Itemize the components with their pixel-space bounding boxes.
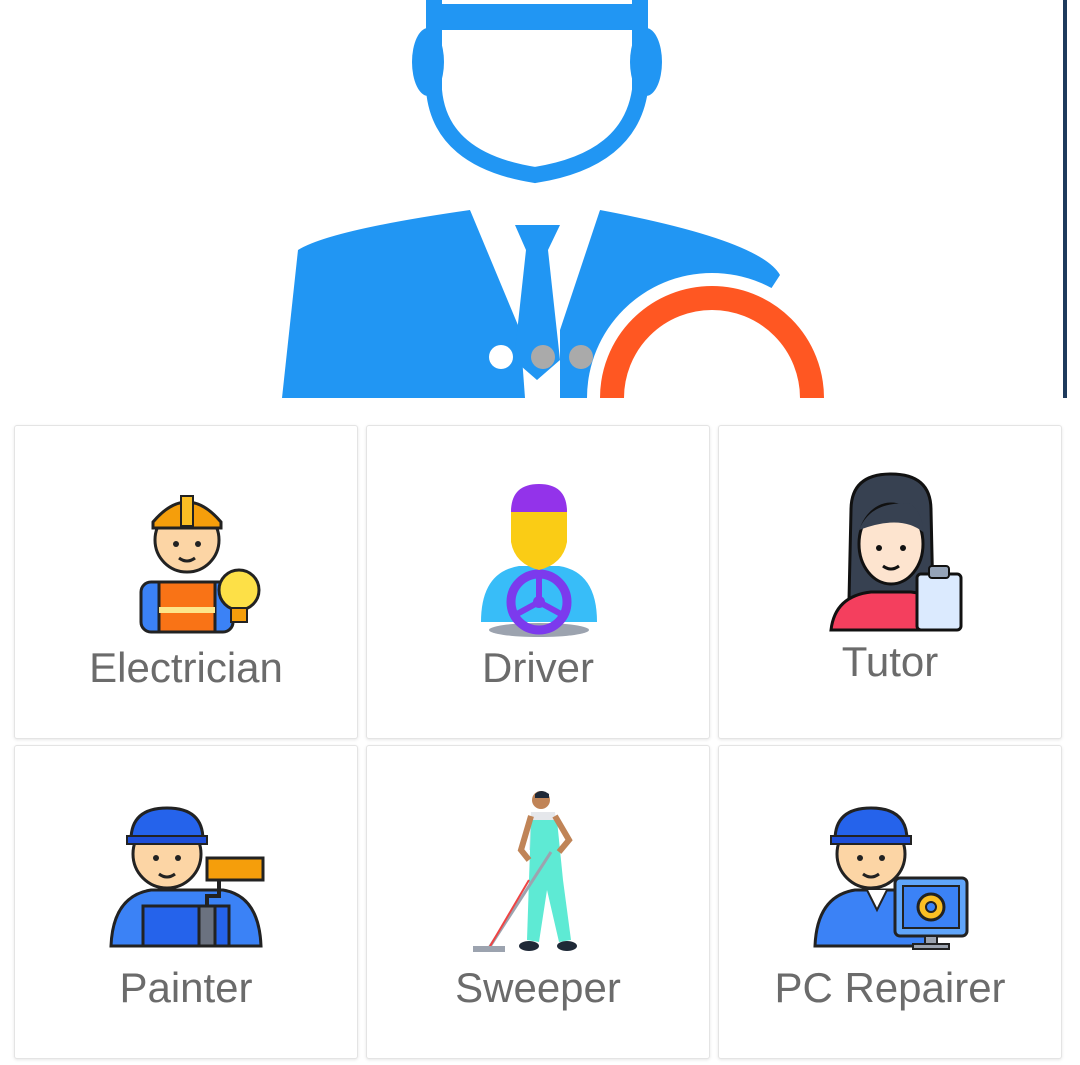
service-label: Driver [482, 644, 594, 691]
service-label: Painter [119, 964, 253, 1011]
service-label: Tutor [841, 638, 939, 685]
service-card-painter[interactable]: Painter [14, 745, 358, 1059]
service-card-driver[interactable]: Driver [366, 425, 710, 739]
service-label: Electrician [89, 644, 283, 691]
service-label: PC Repairer [774, 964, 1006, 1011]
pc-repairer-icon [813, 806, 969, 950]
driver-icon [481, 484, 597, 637]
carousel-pagination [489, 345, 599, 371]
banner-carousel[interactable] [0, 0, 1080, 398]
tutor-icon [829, 472, 963, 632]
service-label: Sweeper [455, 964, 621, 1011]
sweeper-icon [473, 791, 577, 952]
electrician-icon [139, 495, 261, 634]
next-slide-edge [1063, 0, 1067, 398]
carousel-dot-1[interactable] [489, 345, 513, 369]
carousel-dot-3[interactable] [569, 345, 593, 369]
service-card-pc-repairer[interactable]: PC Repairer [718, 745, 1062, 1059]
businessman-illustration [282, 0, 837, 398]
service-card-tutor[interactable]: Tutor [718, 425, 1062, 739]
service-card-electrician[interactable]: Electrician [14, 425, 358, 739]
painter-icon [109, 806, 265, 948]
services-grid: Electrician Driver Tutor Painter Sweeper… [14, 425, 1066, 1065]
service-card-sweeper[interactable]: Sweeper [366, 745, 710, 1059]
carousel-dot-2[interactable] [531, 345, 555, 369]
